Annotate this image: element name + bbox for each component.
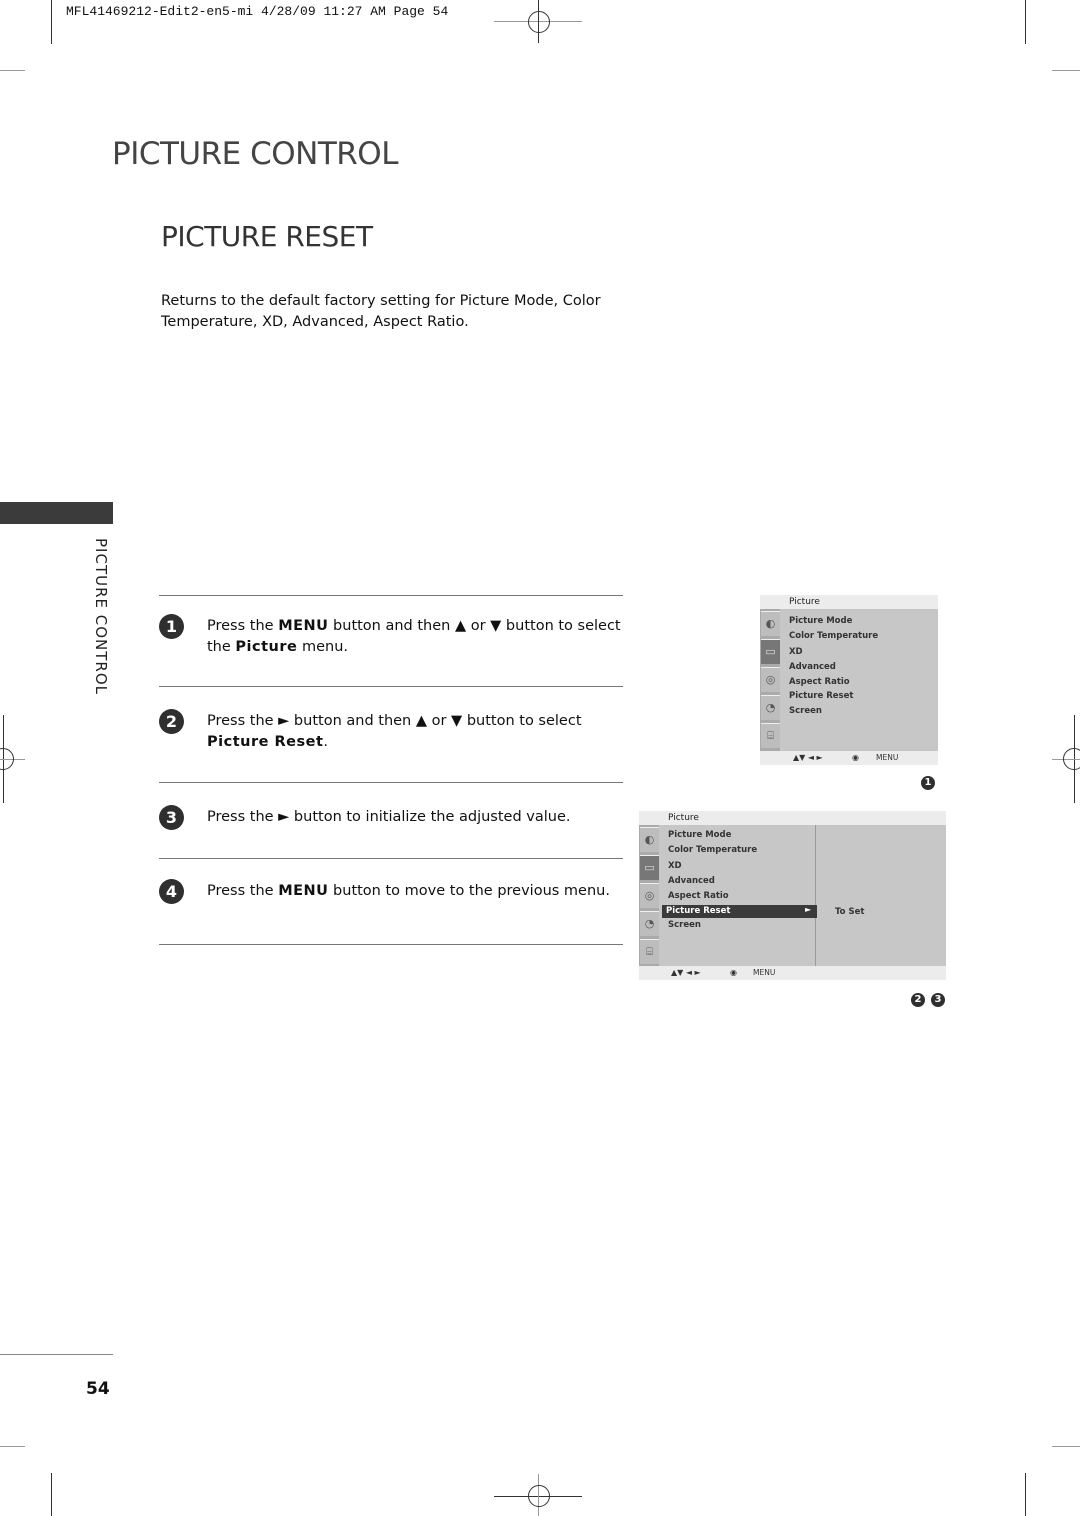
right-arrow-icon: ► xyxy=(805,905,812,914)
osd-item[interactable]: Color Temperature xyxy=(668,845,757,855)
crop-mark xyxy=(0,70,25,71)
ok-button-icon: ◉ xyxy=(852,753,859,762)
osd-menu-picture-reset: Picture ◐ ▭ ◎ ◔ ⌸ Picture Mode Color Tem… xyxy=(639,811,946,980)
crop-mark xyxy=(1025,0,1026,44)
osd-item[interactable]: Screen xyxy=(668,920,701,930)
step-number-badge: 2 xyxy=(159,709,184,734)
page-number: 54 xyxy=(86,1379,110,1399)
step-text: Press the ► button and then ▲ or ▼ butto… xyxy=(207,713,582,750)
osd-item[interactable]: Color Temperature xyxy=(789,631,878,641)
step-reference-badge: 2 xyxy=(911,993,925,1007)
screen-icon[interactable]: ▭ xyxy=(640,855,659,880)
osd-icon-column: ◐ ▭ ◎ ◔ ⌸ xyxy=(760,609,780,751)
osd-item[interactable]: Picture Reset xyxy=(789,691,853,701)
option-icon[interactable]: ⌸ xyxy=(761,723,780,748)
step-text: Press the MENU button to move to the pre… xyxy=(207,883,610,899)
osd-title: Picture xyxy=(789,597,820,607)
audio-icon[interactable]: ◎ xyxy=(640,883,659,908)
print-slug: MFL41469212-Edit2-en5-mi 4/28/09 11:27 A… xyxy=(66,4,449,19)
osd-menu-picture: Picture ◐ ▭ ◎ ◔ ⌸ Picture Mode Color Tem… xyxy=(760,595,938,765)
registration-mark xyxy=(1063,748,1080,770)
registration-mark xyxy=(528,11,550,33)
osd-item[interactable]: Picture Mode xyxy=(789,616,852,626)
crop-mark xyxy=(51,0,52,44)
section-title: PICTURE CONTROL xyxy=(112,136,398,172)
step-number-badge: 1 xyxy=(159,614,184,639)
side-tab-label: PICTURE CONTROL xyxy=(92,538,110,696)
osd-title: Picture xyxy=(668,813,699,823)
step-number-badge: 3 xyxy=(159,805,184,830)
divider xyxy=(159,595,623,596)
osd-item[interactable]: Advanced xyxy=(668,876,715,886)
osd-item[interactable]: XD xyxy=(668,861,682,871)
crop-mark xyxy=(1025,1473,1026,1516)
crop-mark xyxy=(51,1473,52,1516)
page-title: PICTURE RESET xyxy=(161,220,373,253)
osd-item[interactable]: Picture Mode xyxy=(668,830,731,840)
osd-item[interactable]: Advanced xyxy=(789,662,836,672)
crop-mark xyxy=(1052,1446,1080,1447)
time-icon[interactable]: ◔ xyxy=(761,695,780,720)
menu-label: MENU xyxy=(753,968,776,977)
time-icon[interactable]: ◔ xyxy=(640,911,659,936)
divider xyxy=(159,858,623,859)
divider xyxy=(159,944,623,945)
crop-mark xyxy=(0,1446,25,1447)
ok-button-icon: ◉ xyxy=(730,968,737,977)
picture-icon[interactable]: ◐ xyxy=(640,827,659,852)
step-text: Press the MENU button and then ▲ or ▼ bu… xyxy=(207,618,621,655)
osd-title-bar: Picture xyxy=(639,811,946,825)
side-tab xyxy=(0,502,113,524)
screen-icon[interactable]: ▭ xyxy=(761,639,780,664)
step-text: Press the ► button to initialize the adj… xyxy=(207,809,571,825)
osd-item[interactable]: Aspect Ratio xyxy=(789,677,850,687)
step-reference-badge: 1 xyxy=(921,776,935,790)
audio-icon[interactable]: ◎ xyxy=(761,667,780,692)
osd-submenu-divider xyxy=(815,825,816,966)
registration-mark xyxy=(528,1485,550,1507)
osd-submenu-value[interactable]: To Set xyxy=(835,907,864,917)
osd-title-bar: Picture xyxy=(760,595,938,609)
osd-item[interactable]: Aspect Ratio xyxy=(668,891,729,901)
registration-mark xyxy=(0,748,14,770)
crop-mark xyxy=(1052,70,1080,71)
picture-icon[interactable]: ◐ xyxy=(761,611,780,636)
menu-label: MENU xyxy=(876,753,899,762)
osd-item[interactable]: XD xyxy=(789,647,803,657)
intro-text: Returns to the default factory setting f… xyxy=(161,293,601,330)
osd-item-selected[interactable]: Picture Reset xyxy=(666,906,730,916)
step-number-badge: 4 xyxy=(159,879,184,904)
osd-item[interactable]: Screen xyxy=(789,706,822,716)
divider xyxy=(159,686,623,687)
osd-footer: ▲▼ ◄ ► ◉ MENU xyxy=(760,751,938,765)
osd-footer: ▲▼ ◄ ► ◉ MENU xyxy=(639,966,946,980)
nav-arrows-icon: ▲▼ ◄ ► xyxy=(671,968,701,977)
osd-icon-column: ◐ ▭ ◎ ◔ ⌸ xyxy=(639,825,659,966)
nav-arrows-icon: ▲▼ ◄ ► xyxy=(793,753,823,762)
step-reference-badge: 3 xyxy=(931,993,945,1007)
divider xyxy=(159,782,623,783)
option-icon[interactable]: ⌸ xyxy=(640,939,659,964)
footer-rule xyxy=(0,1354,113,1355)
